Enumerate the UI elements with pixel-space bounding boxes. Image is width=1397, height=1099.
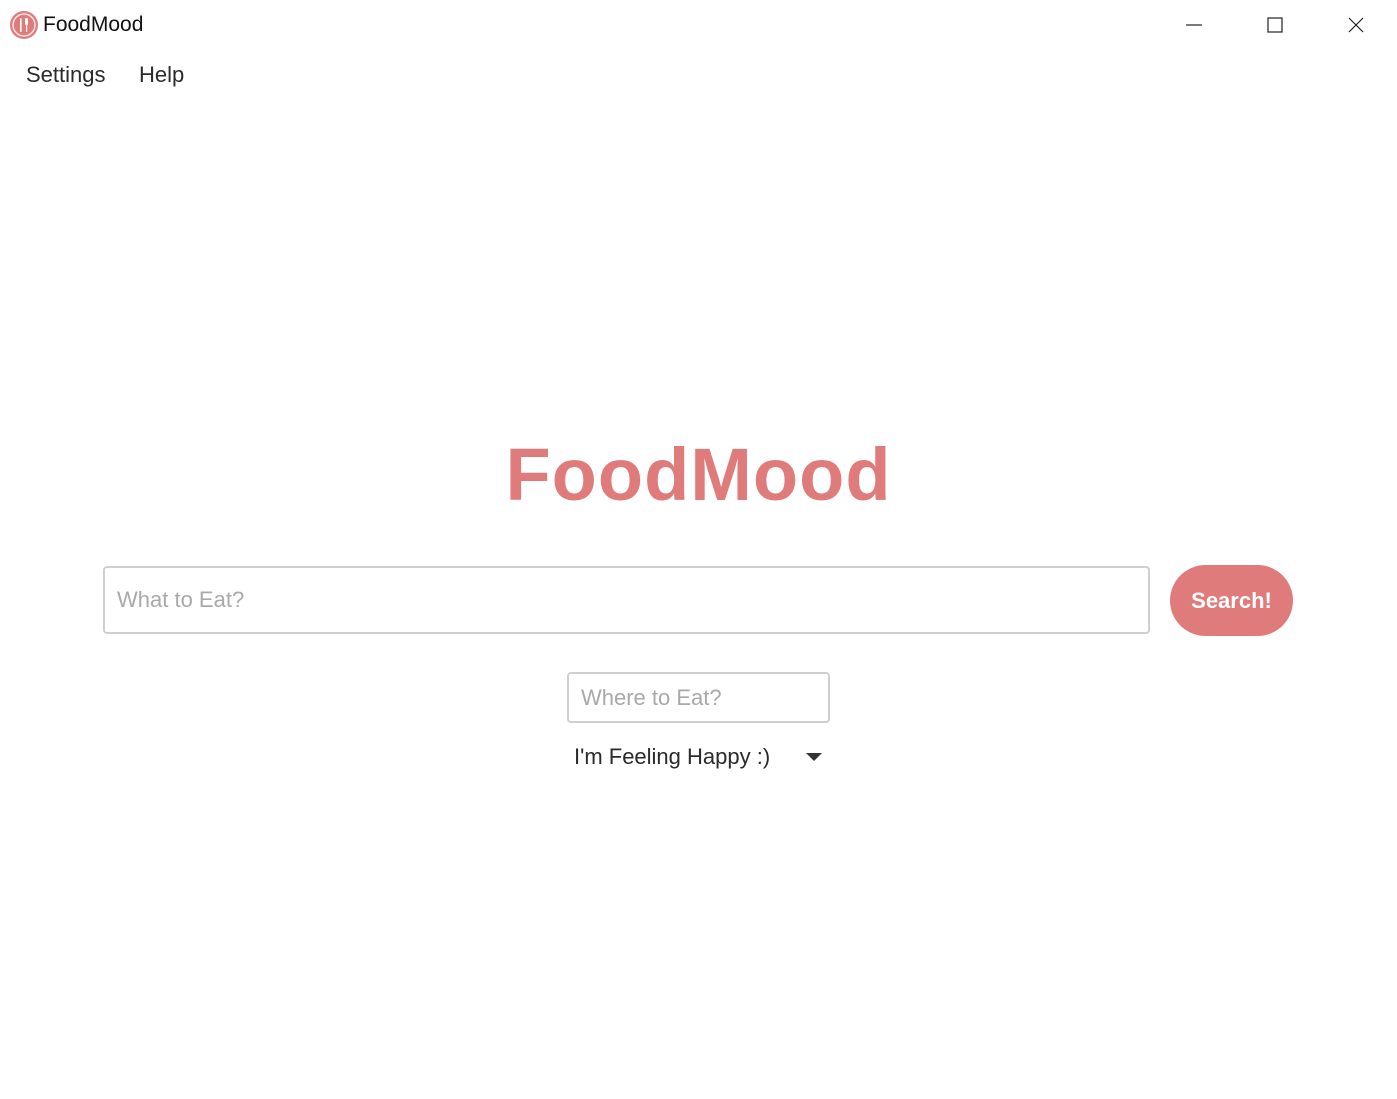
menu-item-settings[interactable]: Settings [26, 60, 106, 90]
menu-bar: Settings Help [0, 56, 400, 94]
where-to-eat-input[interactable] [567, 672, 830, 723]
mood-dropdown[interactable]: I'm Feeling Happy :) [567, 738, 830, 778]
maximize-icon [1267, 17, 1283, 33]
minimize-button[interactable] [1154, 0, 1234, 50]
app-logo-icon [10, 11, 38, 39]
brand-title: FoodMood [505, 433, 892, 516]
menu-item-help[interactable]: Help [139, 60, 184, 90]
maximize-button[interactable] [1235, 0, 1315, 50]
close-button[interactable] [1316, 0, 1396, 50]
mood-selected-value: I'm Feeling Happy :) [574, 744, 771, 769]
what-to-eat-input[interactable] [103, 566, 1150, 634]
minimize-icon [1186, 24, 1202, 26]
close-icon [1348, 17, 1364, 33]
window-title: FoodMood [43, 13, 144, 36]
caret-down-icon [806, 753, 822, 761]
title-bar[interactable]: FoodMood [0, 0, 1397, 50]
app-window: FoodMood Settings Help FoodMood Search! … [0, 0, 1397, 1099]
search-button[interactable]: Search! [1170, 565, 1293, 636]
